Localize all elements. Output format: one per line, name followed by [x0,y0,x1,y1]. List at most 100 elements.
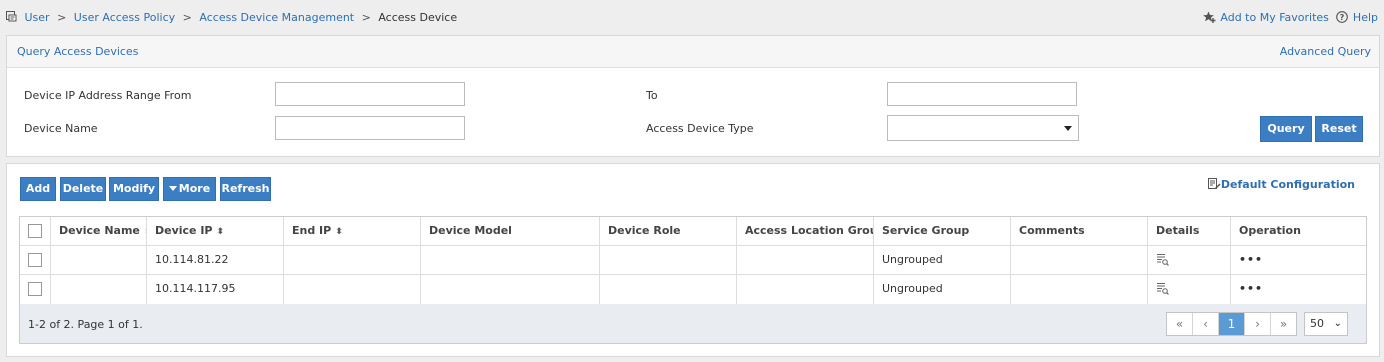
more-actions-icon[interactable]: ••• [1239,282,1263,295]
row-select-cell [20,275,51,304]
col-device-ip[interactable]: Device IP ⬍ [147,217,284,245]
star-plus-icon[interactable] [1203,11,1216,23]
cell-device-ip: 10.114.117.95 [147,275,284,304]
default-configuration-label: Default Configuration [1220,178,1355,191]
cell-details [1148,275,1231,304]
col-access-location-group: Access Location Group [737,217,874,245]
cell-device-name [51,275,147,304]
col-device-ip-label: Device IP [155,224,213,237]
cell-device-name [51,246,147,274]
row-select-cell [20,246,51,274]
page-1-button[interactable]: 1 [1219,313,1245,335]
breadcrumb-current: Access Device [378,11,458,24]
cell-location-group [737,275,874,304]
table-footer: 1-2 of 2. Page 1 of 1. « ‹ 1 › » 50 ⌄ [19,304,1367,344]
breadcrumb-user[interactable]: User [25,11,50,24]
page-size-select[interactable]: 50 ⌄ [1304,312,1348,336]
cell-end-ip [284,246,421,274]
default-configuration-link[interactable]: Default Configuration [1207,178,1355,191]
cell-device-role [600,246,737,274]
cell-service-group: Ungrouped [874,246,1011,274]
cell-device-ip: 10.114.81.22 [147,246,284,274]
ip-range-to-label: To [646,89,658,102]
col-end-ip-label: End IP [292,224,332,237]
col-details: Details [1148,217,1231,245]
pagination: « ‹ 1 › » [1166,312,1297,336]
device-table: Device Name⬍ Device IP⬍ End IP⬍ Device M… [19,216,1367,305]
ip-range-from-label: Device IP Address Range From [24,89,192,102]
delete-button[interactable]: Delete [60,177,106,201]
next-page-button[interactable]: › [1245,313,1271,335]
more-actions-icon[interactable]: ••• [1239,253,1263,266]
cell-device-model [421,246,600,274]
page-size-value: 50 [1310,317,1324,330]
query-button[interactable]: Query [1260,116,1312,142]
breadcrumb-separator: > [57,11,67,24]
select-all-checkbox[interactable] [28,224,42,238]
advanced-query-link[interactable]: Advanced Query [1280,45,1371,58]
select-all-cell [20,217,51,245]
chevron-down-icon: ⌄ [1333,318,1342,329]
details-icon[interactable] [1156,253,1169,266]
col-device-name-label: Device Name [59,224,140,237]
ip-range-from-input[interactable] [275,82,465,106]
access-device-type-select[interactable] [887,115,1079,141]
caret-down-icon [1064,126,1072,131]
cell-end-ip [284,275,421,304]
col-end-ip[interactable]: End IP ⬍ [284,217,421,245]
cell-operation: ••• [1231,275,1366,304]
last-page-button[interactable]: » [1271,313,1296,335]
ip-range-to-input[interactable] [887,82,1077,106]
reset-button[interactable]: Reset [1315,116,1363,142]
col-operation: Operation [1239,224,1301,237]
col-device-name[interactable]: Device Name⬍ [51,217,147,245]
help-icon[interactable]: ? [1336,11,1349,23]
table-header-row: Device Name⬍ Device IP⬍ End IP⬍ Device M… [20,217,1366,246]
top-links: Add to My Favorites ? Help [1203,11,1378,24]
svg-text:?: ? [1340,13,1345,22]
modify-button[interactable]: Modify [109,177,159,201]
breadcrumb-access-device-management[interactable]: Access Device Management [199,11,354,24]
sort-icon: ⬍ [335,227,343,237]
col-comments: Comments [1011,217,1148,245]
cell-operation: ••• [1231,246,1366,274]
details-icon[interactable] [1156,282,1169,295]
pagination-info: 1-2 of 2. Page 1 of 1. [28,318,143,331]
more-button[interactable]: More [163,177,216,201]
refresh-button[interactable]: Refresh [220,177,271,201]
cell-comments [1011,275,1148,304]
device-name-label: Device Name [24,122,98,135]
table-row: 10.114.117.95 Ungrouped ••• [20,275,1366,304]
cell-device-model [421,275,600,304]
query-panel-title: Query Access Devices [17,45,139,58]
breadcrumb: User > User Access Policy > Access Devic… [6,11,457,24]
table-row: 10.114.81.22 Ungrouped ••• [20,246,1366,275]
query-panel: Query Access Devices Advanced Query Devi… [6,35,1380,157]
sort-icon: ⬍ [216,227,225,237]
breadcrumb-separator: > [361,11,371,24]
prev-page-button[interactable]: ‹ [1193,313,1219,335]
edit-document-icon [1207,178,1221,189]
add-button[interactable]: Add [20,177,56,201]
col-device-role: Device Role [600,217,737,245]
breadcrumb-user-access-policy[interactable]: User Access Policy [74,11,175,24]
col-device-model: Device Model [421,217,600,245]
row-checkbox[interactable] [28,253,42,267]
access-device-type-label: Access Device Type [646,122,754,135]
cell-comments [1011,246,1148,274]
device-name-input[interactable] [275,116,465,140]
cell-location-group [737,246,874,274]
col-service-group: Service Group [874,217,1011,245]
add-to-favorites-link[interactable]: Add to My Favorites [1220,11,1329,24]
more-button-label: More [178,182,211,195]
caret-down-icon [168,186,177,191]
top-bar: User > User Access Policy > Access Devic… [0,0,1384,34]
row-checkbox[interactable] [28,282,42,296]
help-link[interactable]: Help [1353,11,1378,24]
cell-device-role [600,275,737,304]
cell-details [1148,246,1231,274]
device-list-panel: Add Delete Modify More Refresh Default C… [6,163,1380,357]
query-panel-header: Query Access Devices Advanced Query [7,36,1379,68]
cell-service-group: Ungrouped [874,275,1011,304]
first-page-button[interactable]: « [1167,313,1193,335]
